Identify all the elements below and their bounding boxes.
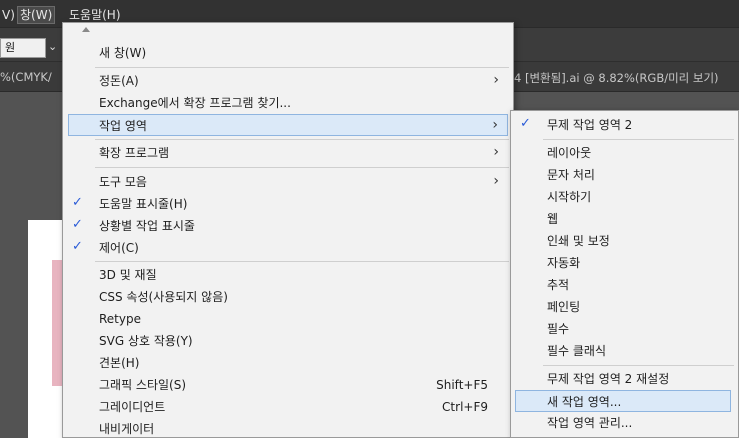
submenu-item-manage-workspaces[interactable]: 작업 영역 관리... (511, 412, 738, 434)
menu-item-label: 필수 클래식 (547, 344, 607, 358)
menu-item-label: Exchange에서 확장 프로그램 찾기... (99, 96, 291, 110)
menu-item-label: 도움말 표시줄(H) (99, 197, 188, 211)
menu-item-label: 새 창(W) (99, 46, 147, 60)
menu-item-label: 문자 처리 (547, 168, 595, 182)
menu-item-navigator[interactable]: 내비게이터 (63, 418, 513, 438)
menu-item-label: 웹 (547, 212, 559, 226)
menu-separator (543, 365, 734, 366)
menu-separator (543, 139, 734, 140)
menu-item-label: 정돈(A) (99, 74, 139, 88)
check-icon: ✓ (520, 116, 531, 131)
menu-item-arrange[interactable]: 정돈(A) › (63, 70, 513, 92)
chevron-right-icon: › (493, 72, 499, 88)
shape-select[interactable]: 원 (0, 38, 46, 58)
chevron-right-icon: › (493, 144, 499, 160)
menu-item-workspace[interactable]: 작업 영역 › (68, 114, 508, 136)
menu-item-label: 자동화 (547, 256, 581, 270)
menu-item-label: 무제 작업 영역 2 재설정 (547, 372, 670, 386)
document-tab-active[interactable]: 4 [변환됨].ai @ 8.82%(RGB/미리 보기) (514, 70, 719, 86)
submenu-item-automation[interactable]: 자동화 (511, 252, 738, 274)
menu-item-label: 견본(H) (99, 356, 140, 370)
menu-window[interactable]: 창(W) (17, 6, 56, 24)
menu-item-3d-materials[interactable]: 3D 및 재질 (63, 264, 513, 286)
menu-item-label: 그래픽 스타일(S) (99, 378, 187, 392)
menu-item-label: 작업 영역 (99, 119, 147, 133)
submenu-item-layout[interactable]: 레이아웃 (511, 142, 738, 164)
document-tab-left[interactable]: %(CMYK/ (0, 70, 52, 84)
submenu-item-web[interactable]: 웹 (511, 208, 738, 230)
menu-item-swatches[interactable]: 견본(H) (63, 352, 513, 374)
menu-item-label: 작업 영역 관리... (547, 416, 633, 430)
menu-item-label: Retype (99, 312, 141, 326)
scroll-up-icon[interactable] (82, 27, 90, 32)
menu-item-label: 레이아웃 (547, 146, 592, 160)
menu-item-label: 도구 모음 (99, 175, 147, 189)
menu-item-retype[interactable]: Retype (63, 308, 513, 330)
menu-item-label: 인쇄 및 보정 (547, 234, 610, 248)
menu-item-control[interactable]: ✓ 제어(C) (63, 237, 513, 259)
submenu-item-printing-proofing[interactable]: 인쇄 및 보정 (511, 230, 738, 252)
submenu-item-essentials[interactable]: 필수 (511, 318, 738, 340)
menu-item-contextual-taskbar[interactable]: ✓ 상황별 작업 표시줄 (63, 215, 513, 237)
menu-separator (95, 67, 509, 68)
menu-item-shortcut: Ctrl+F9 (442, 400, 488, 414)
submenu-item-getting-started[interactable]: 시작하기 (511, 186, 738, 208)
submenu-item-new-workspace[interactable]: 새 작업 영역... (515, 390, 731, 412)
menu-item-toolbars[interactable]: 도구 모음 › (63, 171, 513, 193)
window-menu: 새 창(W) 정돈(A) › Exchange에서 확장 프로그램 찾기... … (62, 22, 514, 438)
workspace-submenu: ✓ 무제 작업 영역 2 레이아웃 문자 처리 시작하기 웹 인쇄 및 보정 자… (510, 110, 739, 438)
menu-item-css-properties[interactable]: CSS 속성(사용되지 않음) (63, 286, 513, 308)
menu-item-gradient[interactable]: 그레이디언트 Ctrl+F9 (63, 396, 513, 418)
menu-separator (95, 167, 509, 168)
submenu-item-essentials-classic[interactable]: 필수 클래식 (511, 340, 738, 362)
chevron-right-icon: › (492, 117, 498, 133)
menu-item-svg-interactivity[interactable]: SVG 상호 작용(Y) (63, 330, 513, 352)
menu-item-label: CSS 속성(사용되지 않음) (99, 290, 228, 304)
menu-item-label: 시작하기 (547, 190, 592, 204)
menu-item-label: 필수 (547, 322, 570, 336)
menu-item-extensions[interactable]: 확장 프로그램 › (63, 142, 513, 164)
menu-item-label: 무제 작업 영역 2 (547, 118, 633, 132)
check-icon: ✓ (72, 239, 83, 254)
menu-item-graphic-styles[interactable]: 그래픽 스타일(S) Shift+F5 (63, 374, 513, 396)
submenu-item-untitled-workspace-2[interactable]: ✓ 무제 작업 영역 2 (511, 114, 738, 136)
menu-item-shortcut: Shift+F5 (436, 378, 488, 392)
menu-item-label: 내비게이터 (99, 422, 155, 436)
menu-item-label: 그레이디언트 (99, 400, 166, 414)
menu-item-label: 확장 프로그램 (99, 146, 170, 160)
menu-item-label: 상황별 작업 표시줄 (99, 219, 195, 233)
menu-item-label: 제어(C) (99, 241, 139, 255)
submenu-item-tracing[interactable]: 추적 (511, 274, 738, 296)
menu-item-label: 새 작업 영역... (547, 395, 622, 409)
chevron-right-icon: › (493, 173, 499, 189)
submenu-item-painting[interactable]: 페인팅 (511, 296, 738, 318)
menu-item-find-extensions[interactable]: Exchange에서 확장 프로그램 찾기... (63, 92, 513, 114)
menu-separator (95, 139, 509, 140)
check-icon: ✓ (72, 217, 83, 232)
chevron-down-icon[interactable]: ⌄ (48, 40, 57, 53)
menu-item-label: 3D 및 재질 (99, 268, 157, 282)
menu-item-label: 추적 (547, 278, 570, 292)
menu-item-new-window[interactable]: 새 창(W) (63, 42, 513, 64)
menu-item-label: 페인팅 (547, 300, 581, 314)
submenu-item-reset-workspace[interactable]: 무제 작업 영역 2 재설정 (511, 368, 738, 390)
menu-separator (95, 261, 509, 262)
menu-view[interactable]: V) (0, 6, 17, 24)
menu-item-help-bar[interactable]: ✓ 도움말 표시줄(H) (63, 193, 513, 215)
check-icon: ✓ (72, 195, 83, 210)
submenu-item-typography[interactable]: 문자 처리 (511, 164, 738, 186)
menu-item-label: SVG 상호 작용(Y) (99, 334, 193, 348)
